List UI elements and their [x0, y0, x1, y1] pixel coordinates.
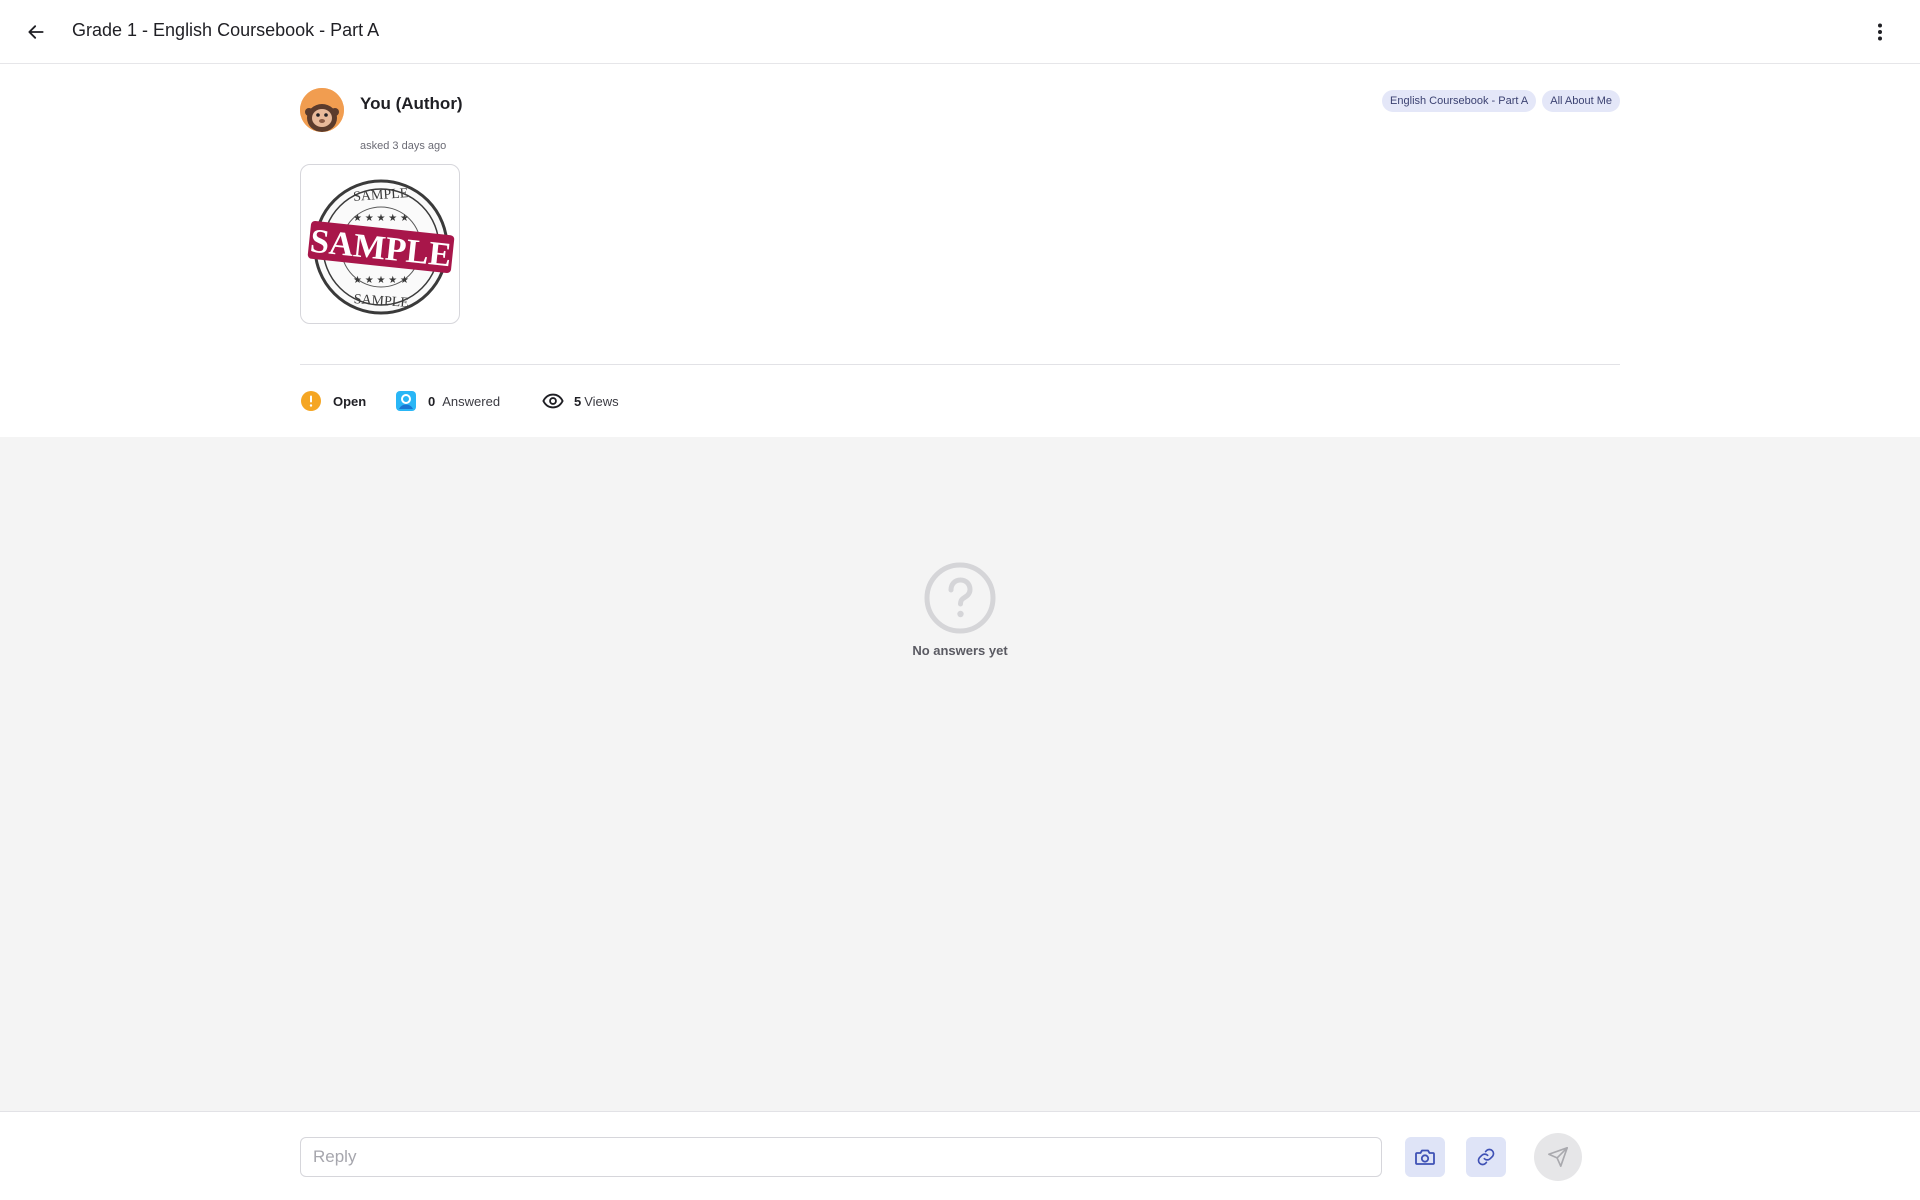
arrow-left-icon — [28, 25, 44, 39]
empty-state-text: No answers yet — [912, 643, 1008, 658]
page-title: Grade 1 - English Coursebook - Part A — [72, 20, 380, 40]
answered-count: 0 Answered — [395, 389, 500, 413]
more-vertical-icon — [1878, 23, 1882, 41]
divider — [300, 364, 1620, 365]
reply-input[interactable] — [300, 1137, 1382, 1177]
empty-state: No answers yet — [860, 562, 1060, 658]
monkey-avatar-icon — [300, 88, 344, 132]
top-app-bar: Grade 1 - English Coursebook - Part A — [0, 0, 1920, 64]
avatar[interactable] — [300, 88, 344, 132]
link-icon — [1477, 1148, 1495, 1166]
question-circle-icon — [924, 562, 996, 634]
more-options-button[interactable] — [1868, 16, 1892, 48]
tag-chip[interactable]: English Coursebook - Part A — [1382, 90, 1537, 112]
status-open: Open — [300, 389, 366, 413]
camera-icon — [1415, 1149, 1435, 1165]
question-card: You (Author) asked 3 days ago English Co… — [0, 64, 1920, 437]
attachment-thumbnail[interactable]: SAMPLE SAMPLE ★ ★ ★ ★ ★ ★ ★ ★ ★ ★ SAMPLE — [300, 164, 460, 324]
views-number: 5 — [574, 393, 582, 409]
tag-list: English Coursebook - Part A All About Me — [1382, 90, 1620, 112]
send-button[interactable] — [1534, 1133, 1582, 1181]
reply-bar — [0, 1111, 1920, 1200]
svg-text:★ ★ ★ ★ ★: ★ ★ ★ ★ ★ — [353, 213, 409, 224]
question-stats: Open 0 Answered 5 Views — [300, 389, 900, 413]
alert-circle-icon — [300, 390, 322, 412]
answered-label: Answered — [442, 393, 501, 409]
answered-number: 0 — [428, 393, 436, 409]
eye-icon — [542, 390, 564, 412]
tag-chip[interactable]: All About Me — [1542, 90, 1620, 112]
status-label: Open — [333, 393, 367, 409]
svg-text:★ ★ ★ ★ ★: ★ ★ ★ ★ ★ — [353, 275, 409, 286]
back-button[interactable] — [20, 16, 52, 48]
camera-button[interactable] — [1405, 1137, 1445, 1177]
views-label: Views — [584, 393, 619, 409]
send-icon — [1548, 1147, 1568, 1167]
author-name: You (Author) — [360, 94, 463, 113]
answers-section: No answers yet — [0, 437, 1920, 1111]
sample-stamp-image: SAMPLE SAMPLE ★ ★ ★ ★ ★ ★ ★ ★ ★ ★ SAMPLE — [307, 179, 455, 315]
user-answer-icon — [395, 390, 417, 412]
asked-time: asked 3 days ago — [360, 140, 447, 152]
views-count: 5 Views — [542, 389, 619, 413]
link-button[interactable] — [1466, 1137, 1506, 1177]
